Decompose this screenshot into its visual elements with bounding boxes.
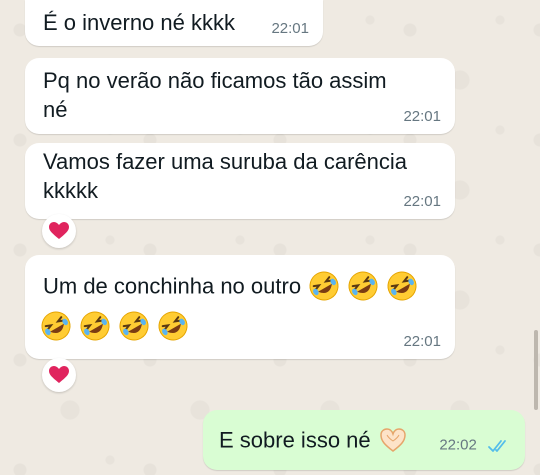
reaction-badge[interactable] (42, 358, 76, 392)
scrollbar[interactable] (534, 330, 538, 410)
rolling-laughing-emoji-icon (348, 271, 378, 301)
heart-icon (49, 366, 69, 383)
message-bubble-incoming[interactable]: Um de conchinha no outro 22:01 (25, 255, 455, 359)
rolling-laughing-emoji-icon (309, 271, 339, 301)
rolling-laughing-emoji-icon (387, 271, 417, 301)
rolling-laughing-emoji-icon (41, 311, 71, 341)
message-text: É o inverno né kkkk (43, 10, 235, 35)
rolling-laughing-emoji-icon (80, 311, 110, 341)
message-time: 22:01 (403, 193, 441, 210)
emoji-row-2 (39, 310, 189, 342)
message-bubble-incoming[interactable]: Vamos fazer uma suruba da carência kkkkk… (25, 143, 455, 219)
message-bubble-incoming[interactable]: Pq no verão não ficamos tão assim né 22:… (25, 58, 455, 134)
heart-hands-emoji-icon (380, 428, 406, 453)
double-check-read-icon (488, 439, 506, 452)
rolling-laughing-emoji-icon (119, 311, 149, 341)
message-text-line1: Vamos fazer uma suruba da carência (43, 149, 407, 174)
message-time: 22:01 (271, 20, 309, 37)
rolling-laughing-emoji-icon (158, 311, 188, 341)
heart-icon (49, 222, 69, 239)
message-text-line2: né (43, 97, 68, 122)
emoji-row-1 (307, 270, 418, 302)
message-text-line1: Pq no verão não ficamos tão assim (43, 68, 387, 93)
message-bubble-incoming[interactable]: É o inverno né kkkk 22:01 (25, 0, 323, 46)
message-text: Um de conchinha no outro (43, 273, 302, 299)
message-time: 22:01 (403, 108, 441, 125)
message-time: 22:02 (439, 437, 477, 454)
message-text: E sobre isso né (219, 427, 371, 453)
message-time: 22:01 (403, 333, 441, 350)
reaction-badge[interactable] (42, 214, 76, 248)
message-bubble-outgoing[interactable]: E sobre isso né 22:02 (203, 410, 525, 470)
message-text-line2: kkkkk (43, 178, 98, 203)
